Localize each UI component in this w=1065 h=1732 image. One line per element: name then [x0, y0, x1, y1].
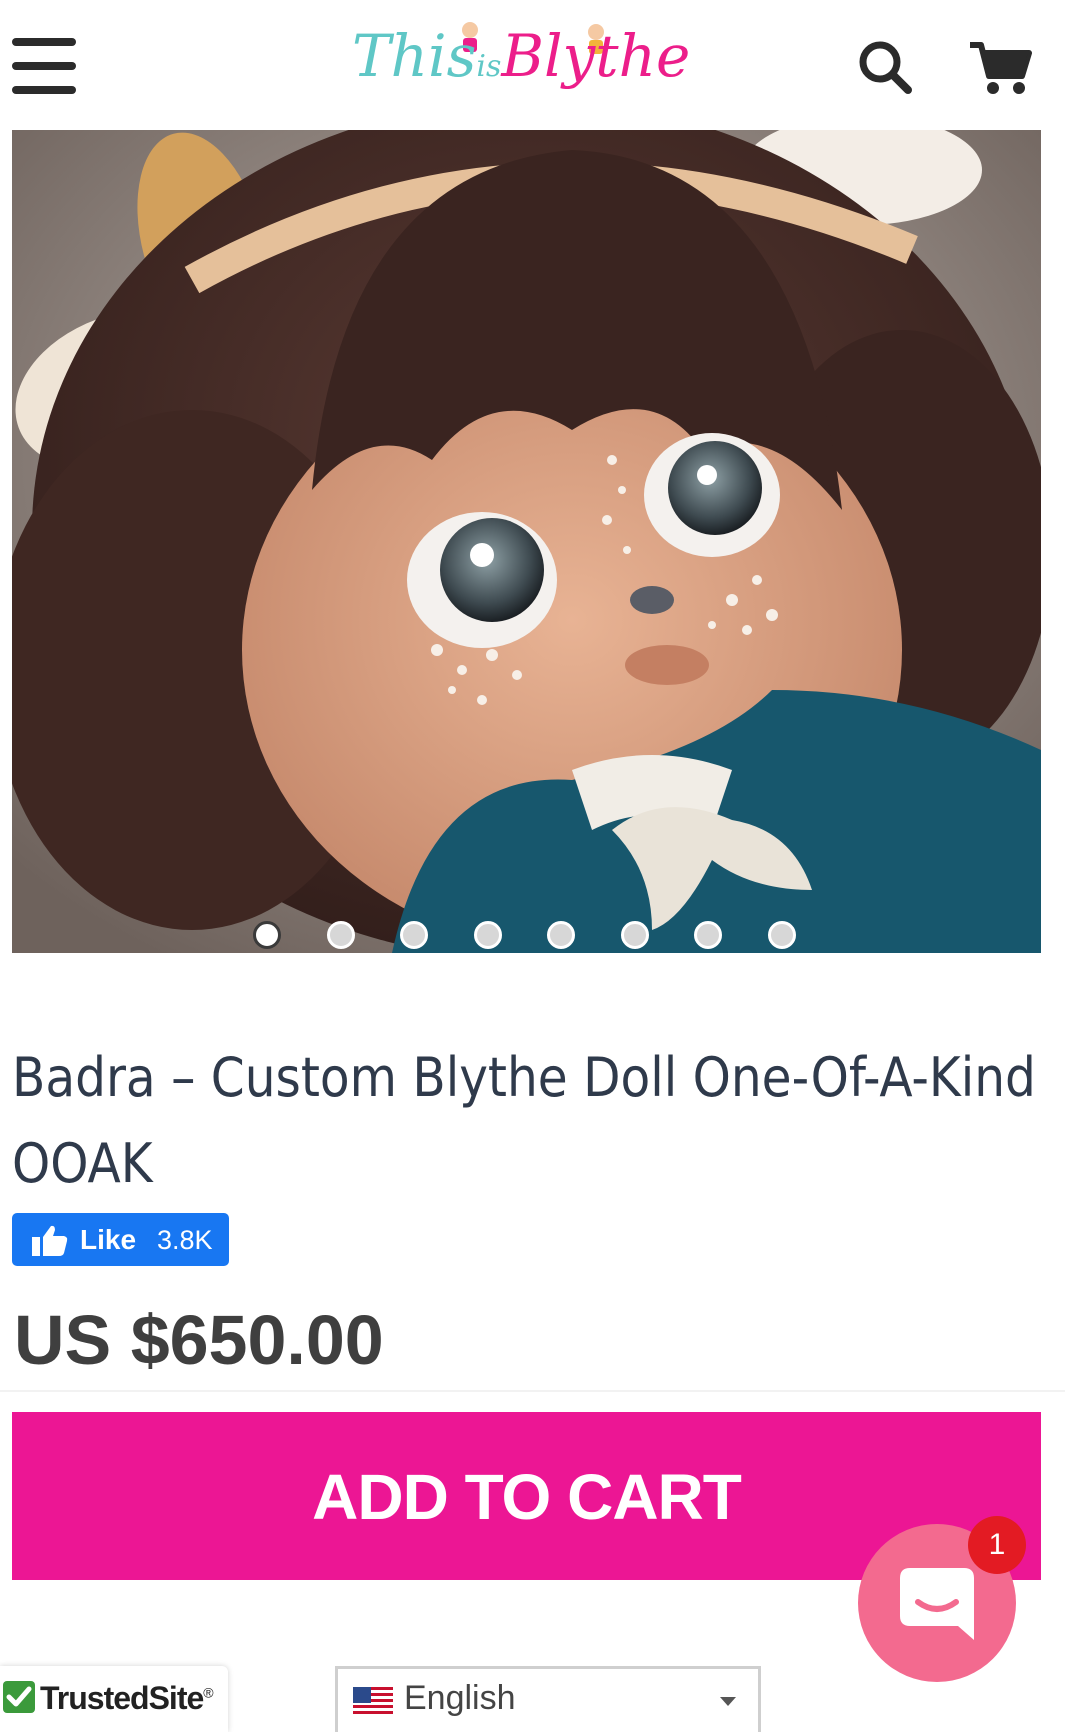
- divider: [0, 1390, 1065, 1392]
- language-label: English: [404, 1679, 516, 1717]
- logo-text: ThisisBlythe: [352, 22, 691, 90]
- gallery-dot-3[interactable]: [400, 921, 428, 949]
- facebook-like-button[interactable]: Like 3.8K: [12, 1213, 229, 1266]
- chat-icon: [900, 1568, 974, 1640]
- chat-unread-badge: 1: [968, 1516, 1026, 1574]
- site-logo[interactable]: ThisisBlythe: [352, 18, 690, 110]
- gallery-dot-6[interactable]: [621, 921, 649, 949]
- caret-down-icon: [720, 1697, 736, 1706]
- product-price: US $650.00: [14, 1301, 384, 1379]
- gallery-dot-1[interactable]: [253, 921, 281, 949]
- gallery-dot-4[interactable]: [474, 921, 502, 949]
- language-selector[interactable]: English: [335, 1666, 761, 1732]
- trustedsite-label: TrustedSite®: [40, 1680, 214, 1716]
- cart-icon[interactable]: [968, 40, 1032, 96]
- like-thumb-icon: [32, 1225, 68, 1256]
- like-count: 3.8K: [157, 1225, 213, 1255]
- trustedsite-badge[interactable]: TrustedSite®: [0, 1666, 228, 1732]
- search-icon[interactable]: [858, 40, 912, 94]
- site-header: ThisisBlythe: [0, 0, 1065, 130]
- product-image-gallery[interactable]: [12, 130, 1041, 953]
- doll-photo: [12, 130, 1041, 953]
- gallery-dot-5[interactable]: [547, 921, 575, 949]
- product-title: Badra – Custom Blythe Doll One-Of-A-Kind…: [12, 1046, 1036, 1195]
- gallery-dot-7[interactable]: [694, 921, 722, 949]
- menu-icon[interactable]: [12, 36, 76, 96]
- check-icon: [3, 1681, 35, 1713]
- like-label: Like: [80, 1224, 137, 1255]
- gallery-dot-8[interactable]: [768, 921, 796, 949]
- us-flag-icon: [353, 1687, 393, 1717]
- gallery-dot-2[interactable]: [327, 921, 355, 949]
